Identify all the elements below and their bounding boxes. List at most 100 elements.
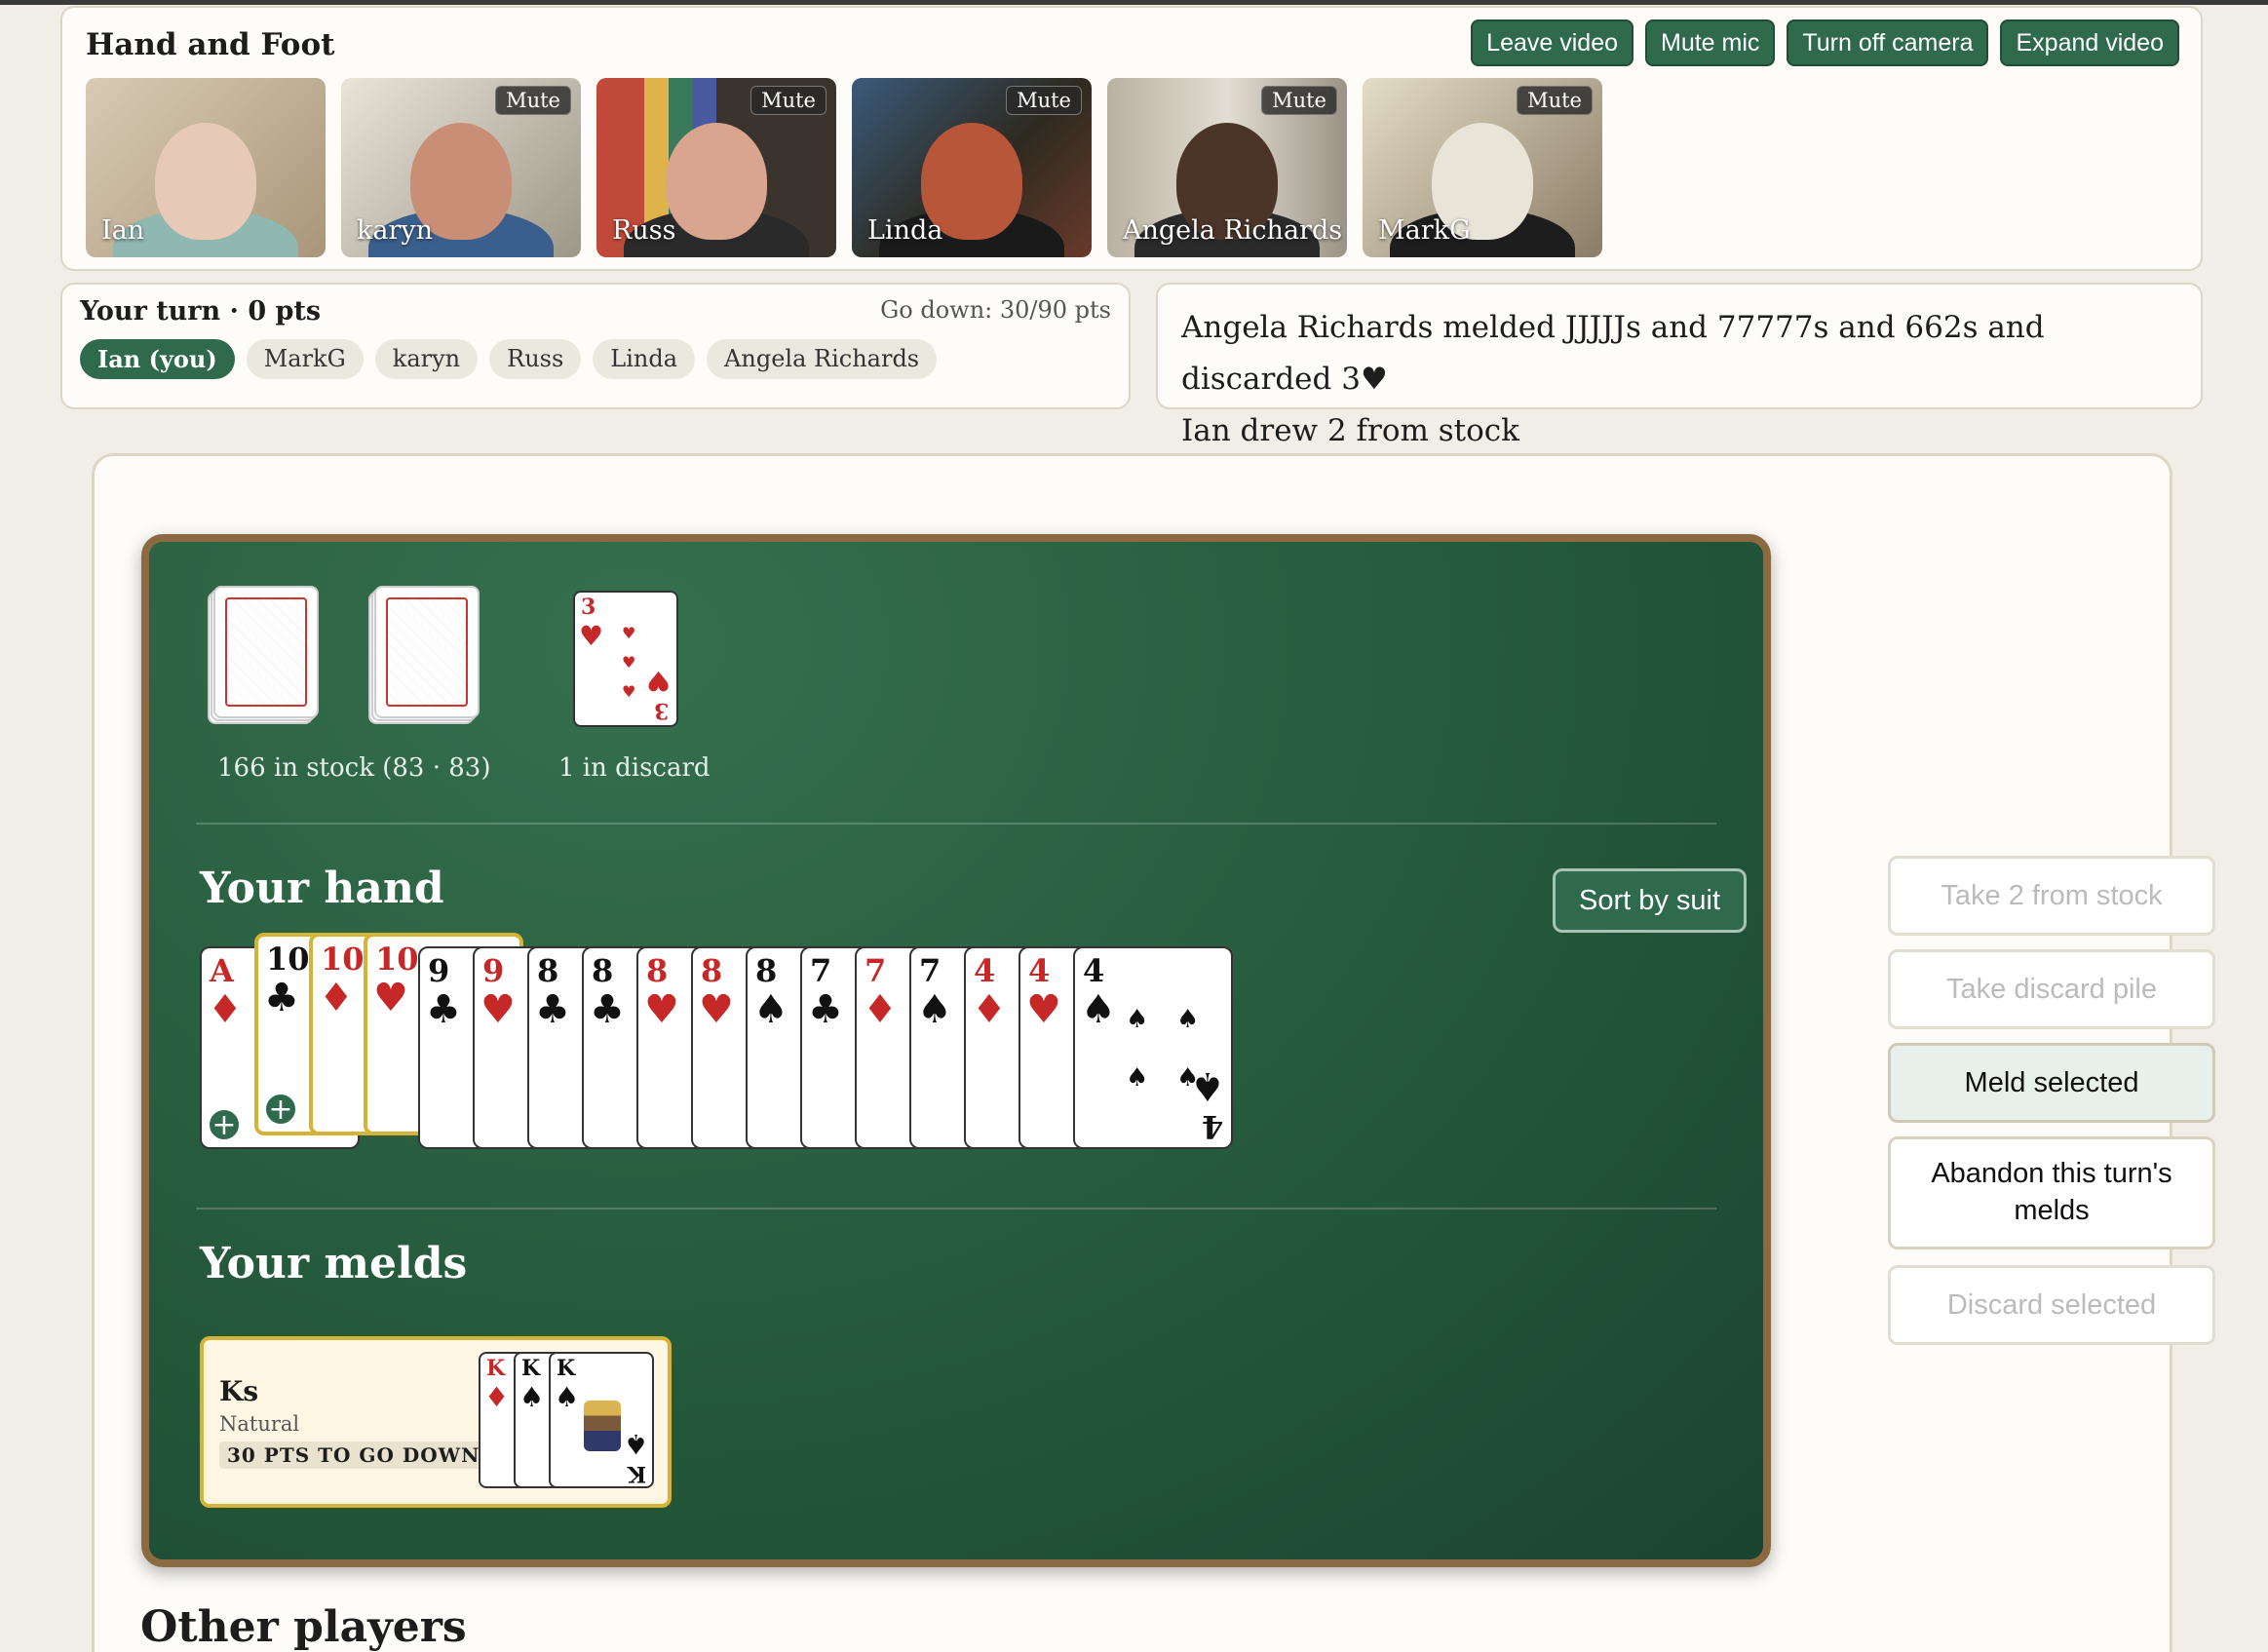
stock-pile-right[interactable] [368, 586, 480, 724]
expand-video-button[interactable]: Expand video [2000, 19, 2179, 66]
meld-card: K ♠ ♠ K [549, 1352, 654, 1488]
stock-pile-left[interactable] [208, 586, 319, 724]
melds-title: Your melds [200, 1239, 468, 1288]
card-suit: ♦ [319, 976, 354, 1020]
mute-participant-button[interactable]: Mute [495, 86, 571, 115]
player-pill-linda: Linda [593, 339, 696, 379]
card-suit: ♣ [426, 987, 461, 1032]
card-rank: 10 [321, 941, 365, 978]
card-rank: 4 [1028, 952, 1051, 989]
card-rank: K [627, 1461, 646, 1486]
card-suit: ♣ [808, 987, 843, 1032]
card-pip: ♠ [1176, 1005, 1200, 1034]
divider [196, 823, 1716, 825]
take-discard-pile-button[interactable]: Take discard pile [1888, 949, 2215, 1029]
video-tile-russ: Mute Russ [596, 78, 836, 257]
card-suit: ♥ [645, 665, 671, 697]
card-suit: ♠ [555, 1381, 580, 1413]
meld-ks[interactable]: Ks Natural 30 PTS TO GO DOWN K ♦ K ♠ K ♠… [200, 1336, 672, 1508]
video-tiles: Ian Mute karyn Mute Russ Mute Linda Mute… [86, 78, 1602, 257]
video-controls: Leave video Mute mic Turn off camera Exp… [1471, 19, 2179, 66]
meld-selected-button[interactable]: Meld selected [1888, 1043, 2215, 1123]
video-name: Linda [867, 215, 943, 246]
card-suit: ♦ [484, 1381, 510, 1413]
card-suit: ♥ [373, 976, 408, 1020]
video-person-head [155, 123, 256, 240]
card-rank: 8 [646, 952, 669, 989]
card-suit: ♣ [590, 987, 625, 1032]
card-pip: ♥ [622, 682, 636, 701]
other-players-title: Other players [140, 1602, 467, 1652]
card-rank: 8 [701, 952, 723, 989]
card-rank: 10 [266, 941, 310, 978]
card-rank: 4 [1201, 1108, 1223, 1145]
card-rank: 7 [810, 952, 832, 989]
take-2-from-stock-button[interactable]: Take 2 from stock [1888, 856, 2215, 936]
player-pill-ian: Ian (you) [80, 339, 235, 379]
card-suit: ♦ [208, 987, 243, 1032]
log-entry: Ian drew 2 from stock [1181, 413, 1519, 448]
player-pill-markg: MarkG [246, 339, 364, 379]
add-to-meld-icon[interactable]: + [264, 1093, 297, 1126]
game-board-panel: 166 in stock (83 · 83) 3 ♥ ♥ ♥ ♥ ♥ 3 1 i… [92, 453, 2215, 1652]
card-rank: K [521, 1356, 541, 1381]
card-suit: ♥ [644, 987, 679, 1032]
video-name: karyn [357, 215, 434, 246]
add-to-meld-icon[interactable]: + [208, 1108, 241, 1141]
leave-video-button[interactable]: Leave video [1471, 19, 1634, 66]
player-pill-angela-richards: Angela Richards [707, 339, 938, 379]
divider [196, 1208, 1716, 1210]
sort-by-suit-button[interactable]: Sort by suit [1553, 868, 1748, 933]
player-list: Ian (you) MarkG karyn Russ Linda Angela … [80, 339, 938, 379]
card-pip: ♠ [1126, 1063, 1149, 1093]
mute-participant-button[interactable]: Mute [1261, 86, 1337, 115]
card-back [374, 586, 480, 718]
video-tile-markg: Mute MarkG [1363, 78, 1602, 257]
turn-indicator: Your turn · 0 pts [80, 296, 322, 327]
card-suit: ♠ [519, 1381, 545, 1413]
video-name: MarkG [1378, 215, 1471, 246]
mute-mic-button[interactable]: Mute mic [1645, 19, 1776, 66]
mute-participant-button[interactable]: Mute [1517, 86, 1593, 115]
card-rank: 4 [1083, 952, 1105, 989]
card-suit: ♠ [623, 1428, 648, 1460]
card-suit: ♠ [917, 987, 952, 1032]
card-rank: 10 [375, 941, 419, 978]
app-title: Hand and Foot [86, 27, 335, 62]
video-name: Russ [612, 215, 676, 246]
discard-selected-button[interactable]: Discard selected [1888, 1265, 2215, 1345]
hand-title: Your hand [200, 864, 444, 913]
card-rank: 4 [974, 952, 996, 989]
video-tile-ian: Ian [86, 78, 326, 257]
video-name: Angela Richards [1123, 215, 1343, 246]
log-entry: Angela Richards melded JJJJJs and 77777s… [1181, 310, 2045, 397]
card-suit: ♣ [535, 987, 570, 1032]
turn-status-panel: Your turn · 0 pts Go down: 30/90 pts Ian… [60, 283, 1131, 409]
card-pip: ♥ [622, 653, 636, 672]
king-face-figure [584, 1401, 621, 1451]
mute-participant-button[interactable]: Mute [1006, 86, 1082, 115]
card-suit: ♠ [1081, 987, 1116, 1032]
card-rank: 9 [482, 952, 505, 989]
card-pip: ♥ [622, 624, 636, 642]
card-back [213, 586, 319, 718]
player-pill-russ: Russ [489, 339, 582, 379]
player-pill-karyn: karyn [374, 339, 479, 379]
card-rank: A [210, 952, 234, 989]
mute-participant-button[interactable]: Mute [750, 86, 826, 115]
abandon-melds-button[interactable]: Abandon this turn's melds [1888, 1136, 2215, 1249]
card-rank: 8 [755, 952, 778, 989]
hand-card[interactable]: 4 ♠ ♠ ♠ ♠ ♠ ♠ 4 [1073, 946, 1233, 1149]
card-suit: ♥ [1026, 987, 1061, 1032]
card-suit: ♠ [1190, 1063, 1225, 1108]
video-name: Ian [101, 215, 145, 246]
discard-pile-top-card[interactable]: 3 ♥ ♥ ♥ ♥ ♥ 3 [573, 591, 678, 727]
card-back-pattern [225, 597, 307, 707]
card-rank: 9 [428, 952, 450, 989]
card-rank: 3 [653, 698, 669, 723]
meld-name: Ks [219, 1375, 259, 1407]
turn-off-camera-button[interactable]: Turn off camera [1787, 19, 1989, 66]
video-panel: Hand and Foot Leave video Mute mic Turn … [60, 6, 2203, 271]
discard-count: 1 in discard [558, 753, 711, 783]
video-person-head [666, 123, 767, 240]
